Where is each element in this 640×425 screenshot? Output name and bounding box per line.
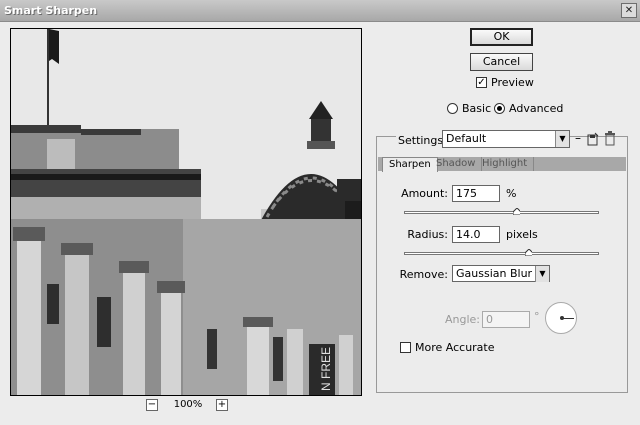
settings-label: Settings: [396,134,449,147]
advanced-radio[interactable] [494,103,505,114]
settings-value: Default [446,132,487,145]
title-bar: Smart Sharpen ✕ [0,0,640,22]
chevron-down-icon: ▼ [555,131,569,147]
trash-icon[interactable] [604,131,616,146]
preview-label: Preview [491,76,534,89]
cancel-button[interactable]: Cancel [470,53,533,71]
remove-dropdown[interactable]: Gaussian Blur ▼ [452,265,550,282]
angle-dial-center [560,316,564,320]
separator-icon: – [575,131,581,145]
remove-label: Remove: [399,268,448,281]
chevron-down-icon: ▼ [535,266,549,282]
tab-strip: Sharpen Shadow Highlight [378,157,626,172]
preview-image: N FREE [11,29,361,395]
amount-input[interactable]: 175 [452,185,500,202]
amount-label: Amount: [401,187,448,200]
zoom-level: 100% [173,399,203,410]
more-accurate-label: More Accurate [415,341,495,354]
radius-slider-thumb[interactable] [524,249,532,256]
basic-option[interactable]: Basic [447,102,491,115]
close-button[interactable]: ✕ [621,3,637,18]
window-title: Smart Sharpen [4,4,98,17]
tab-highlight[interactable]: Highlight [476,157,535,171]
preview-option[interactable]: ✓ Preview [476,76,534,89]
remove-value: Gaussian Blur [456,267,533,280]
more-accurate-checkbox[interactable] [400,342,411,353]
amount-unit: % [506,187,517,200]
zoom-controls: − 100% + [146,399,236,413]
settings-dropdown[interactable]: Default ▼ [442,130,570,148]
advanced-label: Advanced [509,102,564,115]
banner-text: N FREE [319,347,333,391]
angle-label: Angle: [444,313,480,326]
radius-input[interactable]: 14.0 [452,226,500,243]
basic-radio[interactable] [447,103,458,114]
amount-slider[interactable] [404,211,599,214]
tab-shadow[interactable]: Shadow [430,157,483,171]
angle-dial[interactable] [545,302,577,334]
save-icon[interactable] [587,132,599,146]
zoom-in-button[interactable]: + [216,399,228,411]
radius-slider[interactable] [404,252,599,255]
more-accurate-option[interactable]: More Accurate [400,341,495,354]
angle-input[interactable]: 0 [482,311,530,328]
zoom-out-button[interactable]: − [146,399,158,411]
ok-button[interactable]: OK [470,28,533,46]
basic-label: Basic [462,102,492,115]
radius-unit: pixels [506,228,538,241]
preview-checkbox[interactable]: ✓ [476,77,487,88]
advanced-option[interactable]: Advanced [494,102,563,115]
preview-pane[interactable]: N FREE [10,28,362,396]
radius-label: Radius: [407,228,448,241]
amount-slider-thumb[interactable] [513,208,521,215]
angle-unit: ° [534,310,540,323]
